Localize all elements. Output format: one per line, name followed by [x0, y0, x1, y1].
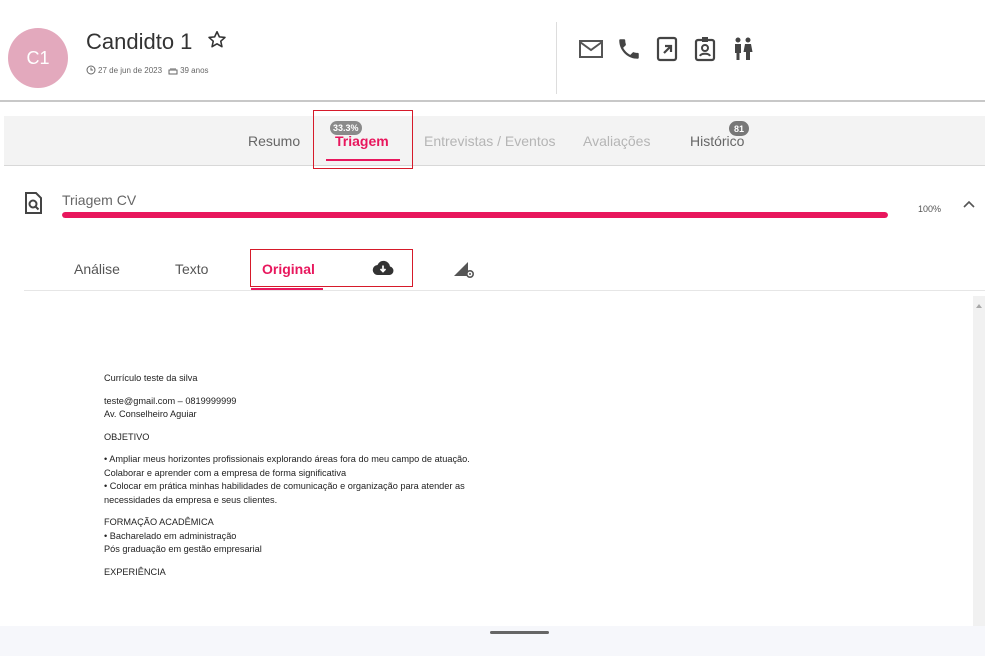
document-line: Av. Conselheiro Aguiar — [104, 409, 197, 419]
triagem-progress-bar — [62, 212, 888, 218]
triagem-subtabs: Análise Texto Original — [24, 244, 985, 291]
document-viewer[interactable]: Currículo teste da silva teste@gmail.com … — [24, 296, 972, 626]
document-spacer — [104, 557, 470, 566]
curriculum-document: Currículo teste da silva teste@gmail.com … — [104, 372, 470, 579]
phone-icon[interactable] — [616, 36, 642, 62]
tab-entrevistas-eventos[interactable]: Entrevistas / Eventos — [424, 133, 556, 149]
age-info: 39 anos — [168, 65, 209, 75]
candidate-name: Candidto 1 — [86, 29, 193, 54]
document-line: FORMAÇÃO ACADÊMICA — [104, 517, 214, 527]
document-line: • Colocar em prática minhas habilidades … — [104, 481, 465, 491]
triagem-cv-section: Triagem CV 100% Análise Texto Original C… — [4, 172, 985, 626]
document-spacer — [104, 507, 470, 516]
settings-icon[interactable] — [452, 259, 476, 284]
candidate-header: C1 Candidto 1 27 de jun de 2023 39 anos — [0, 14, 985, 102]
chevron-up-icon[interactable] — [962, 196, 976, 214]
document-spacer — [104, 422, 470, 431]
document-spacer — [104, 444, 470, 453]
tab-resumo[interactable]: Resumo — [248, 133, 300, 149]
people-icon[interactable] — [730, 36, 756, 62]
document-search-icon — [24, 192, 42, 219]
tab-texto[interactable]: Texto — [175, 261, 208, 277]
scroll-up-arrow-icon[interactable] — [976, 304, 982, 308]
avatar: C1 — [8, 28, 68, 88]
progress-fill — [62, 212, 888, 218]
document-line: teste@gmail.com – 0819999999 — [104, 395, 237, 406]
document-line: • Ampliar meus horizontes profissionais … — [104, 454, 470, 464]
date-info: 27 de jun de 2023 — [86, 65, 162, 75]
transfer-icon[interactable] — [654, 36, 680, 62]
active-subtab-indicator — [251, 288, 323, 290]
document-line: • Bacharelado em administração — [104, 530, 237, 541]
viewer-scrollbar[interactable] — [973, 296, 985, 626]
document-line: EXPERIÊNCIA — [104, 566, 166, 577]
original-highlight-box — [250, 249, 413, 287]
document-line: necessidades da empresa e seus clientes. — [104, 494, 278, 505]
document-line: Pós graduação em gestão empresarial — [104, 544, 262, 554]
document-line: Colaborar e aprender com a empresa de fo… — [104, 467, 347, 478]
document-line: OBJETIVO — [104, 431, 150, 442]
candidate-meta: 27 de jun de 2023 39 anos — [86, 65, 209, 75]
resize-handle[interactable] — [490, 631, 549, 634]
candidate-tabs: Resumo Triagem 33.3% Entrevistas / Event… — [4, 116, 985, 166]
candidate-page: C1 Candidto 1 27 de jun de 2023 39 anos — [0, 0, 985, 656]
header-divider — [556, 22, 557, 94]
triagem-highlight-box — [313, 110, 413, 169]
contact-actions — [578, 36, 756, 62]
tab-analise[interactable]: Análise — [74, 261, 120, 277]
historico-badge: 81 — [729, 121, 749, 136]
mail-icon[interactable] — [578, 36, 604, 62]
candidate-date: 27 de jun de 2023 — [98, 65, 163, 75]
contact-card-icon[interactable] — [692, 36, 718, 62]
section-title: Triagem CV — [62, 192, 137, 208]
candidate-age: 39 anos — [180, 65, 209, 75]
star-icon[interactable] — [206, 29, 228, 51]
progress-percent: 100% — [918, 204, 942, 214]
cake-icon — [168, 68, 178, 75]
clock-icon — [86, 65, 96, 75]
document-spacer — [104, 386, 470, 395]
document-line: Currículo teste da silva — [104, 373, 198, 383]
tab-avaliacoes[interactable]: Avaliações — [583, 133, 650, 149]
